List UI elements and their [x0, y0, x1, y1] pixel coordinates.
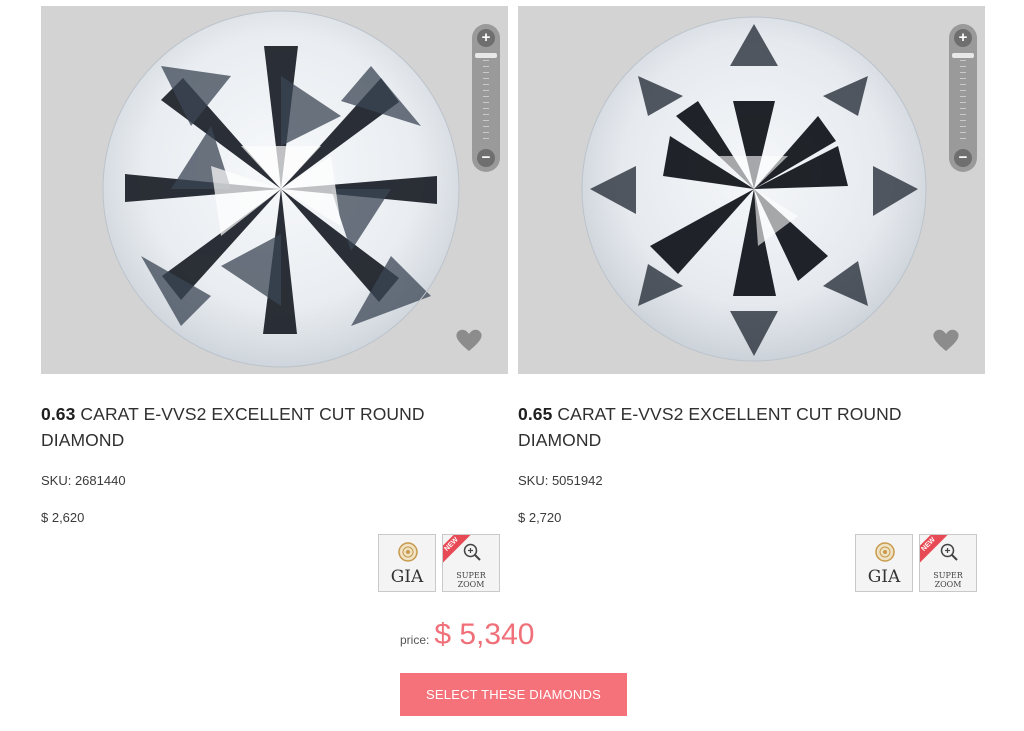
magnifier-icon — [940, 543, 958, 561]
zoom-handle[interactable] — [952, 53, 974, 58]
sku-1: SKU: 2681440 — [41, 473, 126, 488]
diamond-image-1[interactable]: + − — [41, 6, 508, 374]
gia-certificate-badge[interactable]: GIA — [855, 534, 913, 592]
heart-icon[interactable] — [931, 328, 961, 352]
diamond-illustration — [581, 16, 927, 362]
zoom-track[interactable] — [483, 54, 489, 142]
total-price: price: $ 5,340 — [400, 618, 534, 652]
zoom-in-icon[interactable]: + — [477, 29, 495, 47]
zoom-out-icon[interactable]: − — [477, 149, 495, 167]
heart-icon[interactable] — [454, 328, 484, 352]
gia-seal-icon — [875, 542, 895, 562]
price-1: $ 2,620 — [41, 510, 85, 525]
diamond-comparison: + − 0.63 CARAT E-VVS2 EXCELLENT CUT ROUN… — [0, 0, 1024, 731]
zoom-handle[interactable] — [475, 53, 497, 58]
zoom-slider[interactable]: + − — [472, 24, 500, 172]
super-zoom-label: SUPER ZOOM — [456, 571, 486, 589]
total-price-value: $ 5,340 — [434, 618, 535, 651]
super-zoom-badge[interactable]: NEW SUPER ZOOM — [442, 534, 500, 592]
total-price-label: price: — [400, 633, 430, 647]
zoom-in-icon[interactable]: + — [954, 29, 972, 47]
product-title-1[interactable]: 0.63 CARAT E-VVS2 EXCELLENT CUT ROUND DI… — [41, 401, 508, 453]
badges-1: GIA NEW SUPER ZOOM — [378, 534, 500, 592]
gia-label: GIA — [867, 567, 901, 587]
gia-certificate-badge[interactable]: GIA — [378, 534, 436, 592]
diamond-image-2[interactable]: + − — [518, 6, 985, 374]
super-zoom-label: SUPER ZOOM — [933, 571, 963, 589]
diamond-illustration — [102, 10, 460, 368]
price-2: $ 2,720 — [518, 510, 562, 525]
product-card-2: + − 0.65 CARAT E-VVS2 EXCELLENT CUT ROUN… — [518, 6, 985, 453]
zoom-slider[interactable]: + − — [949, 24, 977, 172]
super-zoom-badge[interactable]: NEW SUPER ZOOM — [919, 534, 977, 592]
carat-value: 0.63 — [41, 404, 76, 424]
title-text: CARAT E-VVS2 EXCELLENT CUT ROUND DIAMOND — [41, 404, 425, 450]
product-card-1: + − 0.63 CARAT E-VVS2 EXCELLENT CUT ROUN… — [41, 6, 508, 453]
select-diamonds-button[interactable]: SELECT THESE DIAMONDS — [400, 673, 627, 716]
product-title-2[interactable]: 0.65 CARAT E-VVS2 EXCELLENT CUT ROUND DI… — [518, 401, 985, 453]
sku-2: SKU: 5051942 — [518, 473, 603, 488]
gia-label: GIA — [390, 567, 424, 587]
carat-value: 0.65 — [518, 404, 553, 424]
zoom-track[interactable] — [960, 54, 966, 142]
badges-2: GIA NEW SUPER ZOOM — [855, 534, 977, 592]
zoom-out-icon[interactable]: − — [954, 149, 972, 167]
magnifier-icon — [463, 543, 481, 561]
gia-seal-icon — [398, 542, 418, 562]
title-text: CARAT E-VVS2 EXCELLENT CUT ROUND DIAMOND — [518, 404, 902, 450]
